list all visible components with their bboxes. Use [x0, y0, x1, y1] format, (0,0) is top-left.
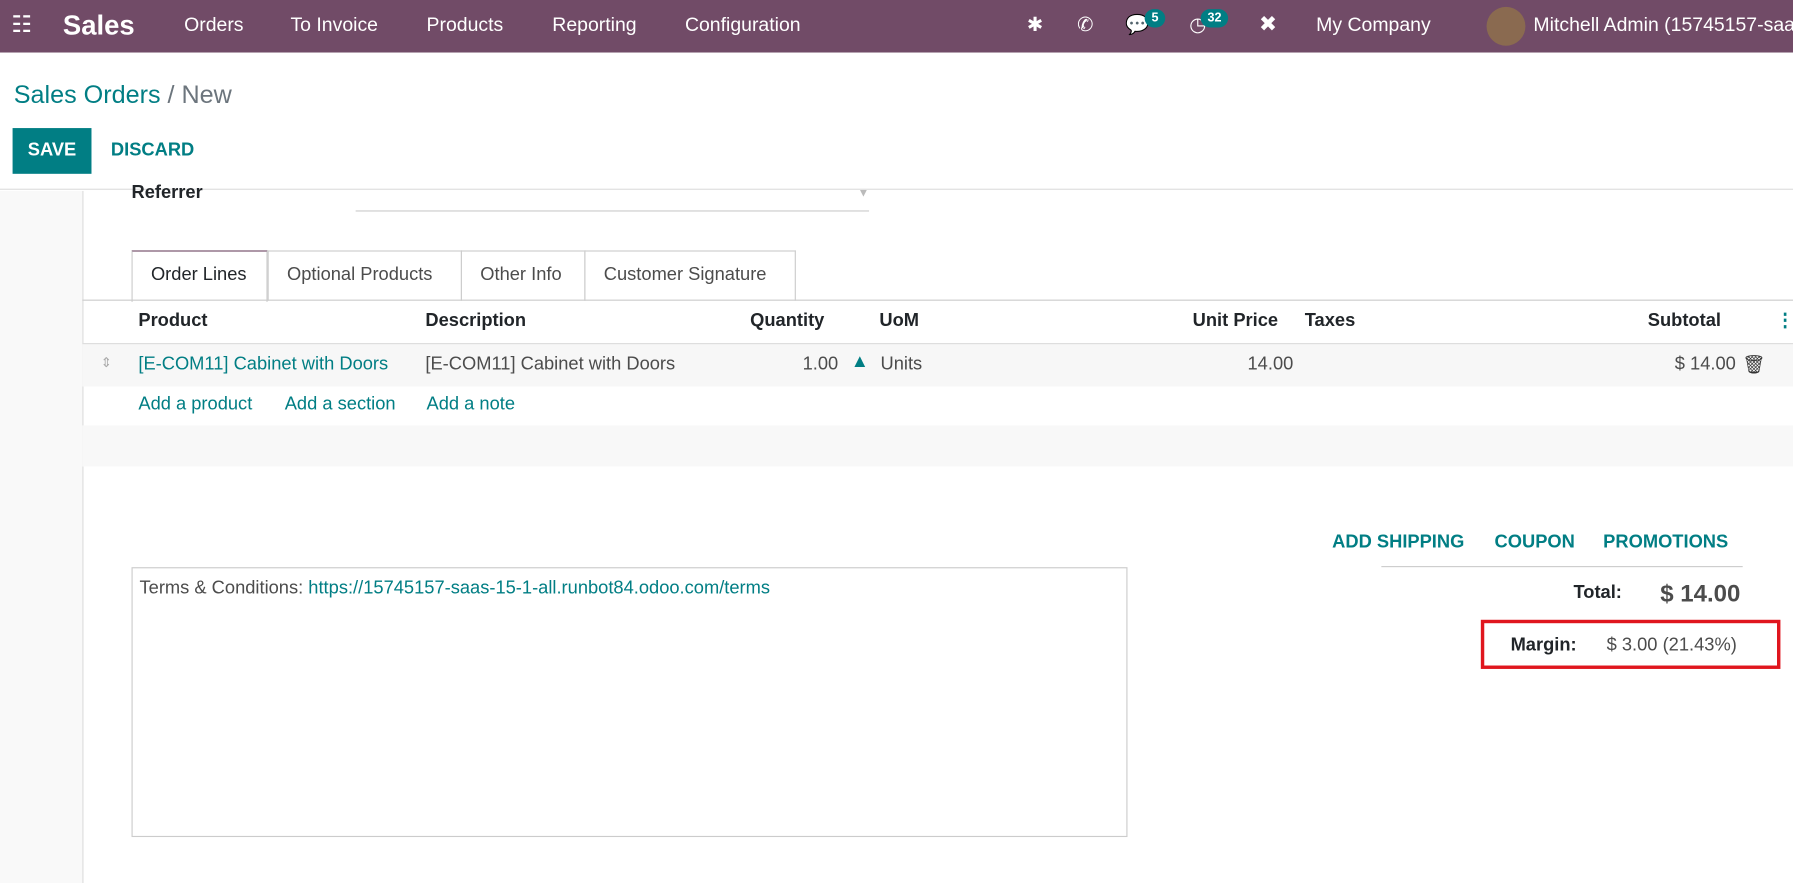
app-name[interactable]: Sales — [63, 10, 135, 42]
column-options-icon[interactable]: ⋮ — [1776, 309, 1793, 332]
add-shipping-button[interactable]: ADD SHIPPING — [1332, 533, 1464, 554]
menu-orders[interactable]: Orders — [184, 14, 243, 37]
empty-row — [82, 425, 1793, 467]
activities-badge: 32 — [1200, 9, 1229, 28]
col-description[interactable]: Description — [425, 311, 526, 332]
terms-link[interactable]: https://15745157-saas-15-1-all.runbot84.… — [308, 579, 770, 598]
discard-button[interactable]: DISCARD — [111, 141, 194, 162]
bug-icon[interactable]: ✱ — [1027, 14, 1043, 37]
add-section-link[interactable]: Add a section — [285, 395, 396, 416]
row-quantity[interactable]: 1.00 — [803, 354, 839, 375]
breadcrumb-separator: / — [160, 80, 182, 109]
top-navbar: ☷ Sales Orders To Invoice Products Repor… — [0, 0, 1793, 53]
tab-customer-signature[interactable]: Customer Signature — [584, 250, 796, 301]
row-description[interactable]: [E-COM11] Cabinet with Doors — [425, 354, 675, 375]
margin-value: $ 3.00 (21.43%) — [1606, 635, 1737, 656]
tab-order-lines[interactable]: Order Lines — [131, 250, 268, 302]
breadcrumb-sales-orders[interactable]: Sales Orders — [14, 80, 161, 109]
row-uom[interactable]: Units — [880, 354, 922, 375]
row-product[interactable]: [E-COM11] Cabinet with Doors — [138, 354, 388, 375]
terms-label: Terms & Conditions: — [139, 578, 309, 599]
tabs-divider — [82, 299, 1793, 301]
referrer-input[interactable]: ▼ — [355, 183, 870, 212]
tab-optional-products[interactable]: Optional Products — [267, 250, 462, 301]
row-unit-price[interactable]: 14.00 — [1248, 354, 1294, 375]
tab-other-info[interactable]: Other Info — [460, 250, 586, 301]
totals-divider — [1381, 566, 1743, 568]
add-product-link[interactable]: Add a product — [138, 395, 252, 416]
total-label: Total: — [1573, 583, 1622, 603]
col-uom[interactable]: UoM — [879, 311, 919, 332]
menu-configuration[interactable]: Configuration — [685, 14, 801, 37]
breadcrumb-current: New — [181, 80, 232, 109]
referrer-label: Referrer — [131, 182, 203, 203]
control-panel: Sales Orders / New SAVE DISCARD — [0, 52, 1793, 190]
row-subtotal: $ 14.00 — [1674, 354, 1736, 374]
margin-label: Margin: — [1510, 635, 1577, 656]
menu-to-invoice[interactable]: To Invoice — [290, 14, 378, 37]
coupon-button[interactable]: COUPON — [1495, 533, 1575, 554]
apps-menu-icon[interactable]: ☷ — [11, 10, 32, 39]
total-value: $ 14.00 — [1660, 580, 1741, 608]
promotions-button[interactable]: PROMOTIONS — [1603, 533, 1728, 554]
col-subtotal[interactable]: Subtotal — [1648, 311, 1721, 332]
terms-textarea[interactable]: Terms & Conditions: https://15745157-saa… — [131, 567, 1128, 838]
company-switcher[interactable]: My Company — [1316, 14, 1431, 37]
table-row[interactable]: ⇕ [E-COM11] Cabinet with Doors [E-COM11]… — [82, 343, 1793, 387]
user-menu[interactable]: Mitchell Admin (15745157-saas — [1533, 14, 1793, 37]
forecast-chart-icon[interactable]: ▲ — [851, 352, 869, 373]
menu-products[interactable]: Products — [427, 14, 504, 37]
tools-icon[interactable]: ✖ — [1259, 11, 1277, 37]
menu-reporting[interactable]: Reporting — [552, 14, 636, 37]
avatar[interactable] — [1486, 6, 1526, 46]
col-product[interactable]: Product — [138, 311, 207, 332]
add-note-link[interactable]: Add a note — [427, 395, 516, 416]
save-button[interactable]: SAVE — [12, 128, 92, 174]
col-taxes[interactable]: Taxes — [1305, 311, 1356, 332]
drag-handle-icon[interactable]: ⇕ — [101, 354, 113, 370]
phone-icon[interactable]: ✆ — [1077, 14, 1093, 37]
dropdown-caret-icon: ▼ — [857, 187, 870, 201]
col-quantity[interactable]: Quantity — [750, 311, 824, 332]
delete-trash-icon[interactable]: 🗑 — [1742, 353, 1765, 376]
col-unit-price[interactable]: Unit Price — [1193, 311, 1278, 332]
messages-badge: 5 — [1144, 9, 1166, 28]
breadcrumb: Sales Orders / New — [14, 80, 232, 110]
